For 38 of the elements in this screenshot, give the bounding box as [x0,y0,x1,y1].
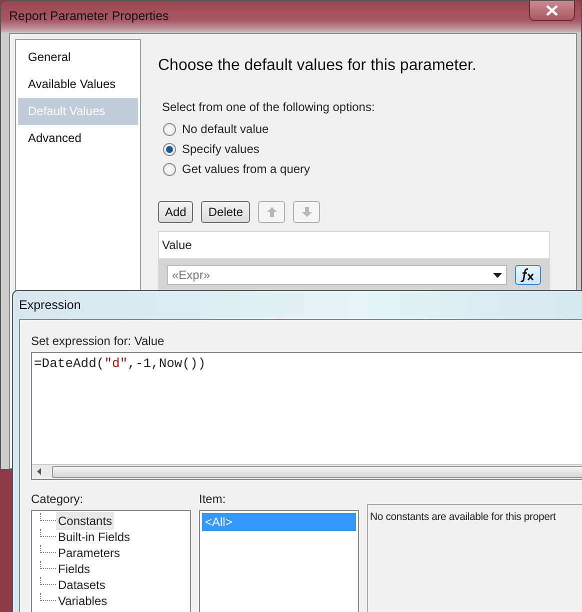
down-arrow-icon [300,206,313,218]
description-text: No constants are available for this propert [370,511,556,523]
up-arrow-icon [266,206,278,218]
sidebar-item[interactable]: General [18,44,138,71]
expression-button[interactable] [515,265,541,285]
radio-button[interactable] [163,142,176,156]
sidebar-item[interactable]: Advanced [18,125,138,152]
category-item[interactable]: Datasets [56,576,108,594]
radio-label: Specify values [182,141,260,158]
radio-button[interactable] [163,122,176,136]
close-icon [546,5,558,16]
dropdown-caret-icon [493,272,502,278]
category-item[interactable]: Fields [56,560,92,578]
value-combo-box[interactable]: «Expr» [167,265,507,285]
item-label: Item: [199,491,227,508]
radio-label: No default value [182,121,269,138]
radio-label: Get values from a query [182,161,310,178]
action-button[interactable]: Delete [201,201,250,223]
placeholder-text: «Expr» [172,267,212,284]
category-item[interactable]: Variables [56,592,110,610]
page-heading: Choose the default values for this parameter. [158,56,478,76]
sidebar-item[interactable]: Available Values [18,71,138,98]
category-item[interactable]: Parameters [56,544,122,562]
expression-label: Set expression for: Value [31,333,166,350]
category-item[interactable]: Constants [56,512,114,530]
options-label: Select from one of the following options: [162,99,376,116]
window-title: Expression [18,297,82,314]
function-icon [520,268,536,282]
radio-button[interactable] [163,162,176,176]
expression-editor[interactable]: =DateAdd("d",-1,Now()) [31,352,582,480]
horizontal-scrollbar[interactable] [32,464,582,479]
category-label: Category: [31,491,84,508]
expression-text: =DateAdd("d",-1,Now()) [34,356,206,371]
category-item[interactable]: Built-in Fields [56,528,132,546]
column-header: Value [159,232,549,259]
action-button[interactable]: Add [158,201,194,223]
window-title: Report Parameter Properties [8,8,170,25]
close-button[interactable] [529,1,575,21]
